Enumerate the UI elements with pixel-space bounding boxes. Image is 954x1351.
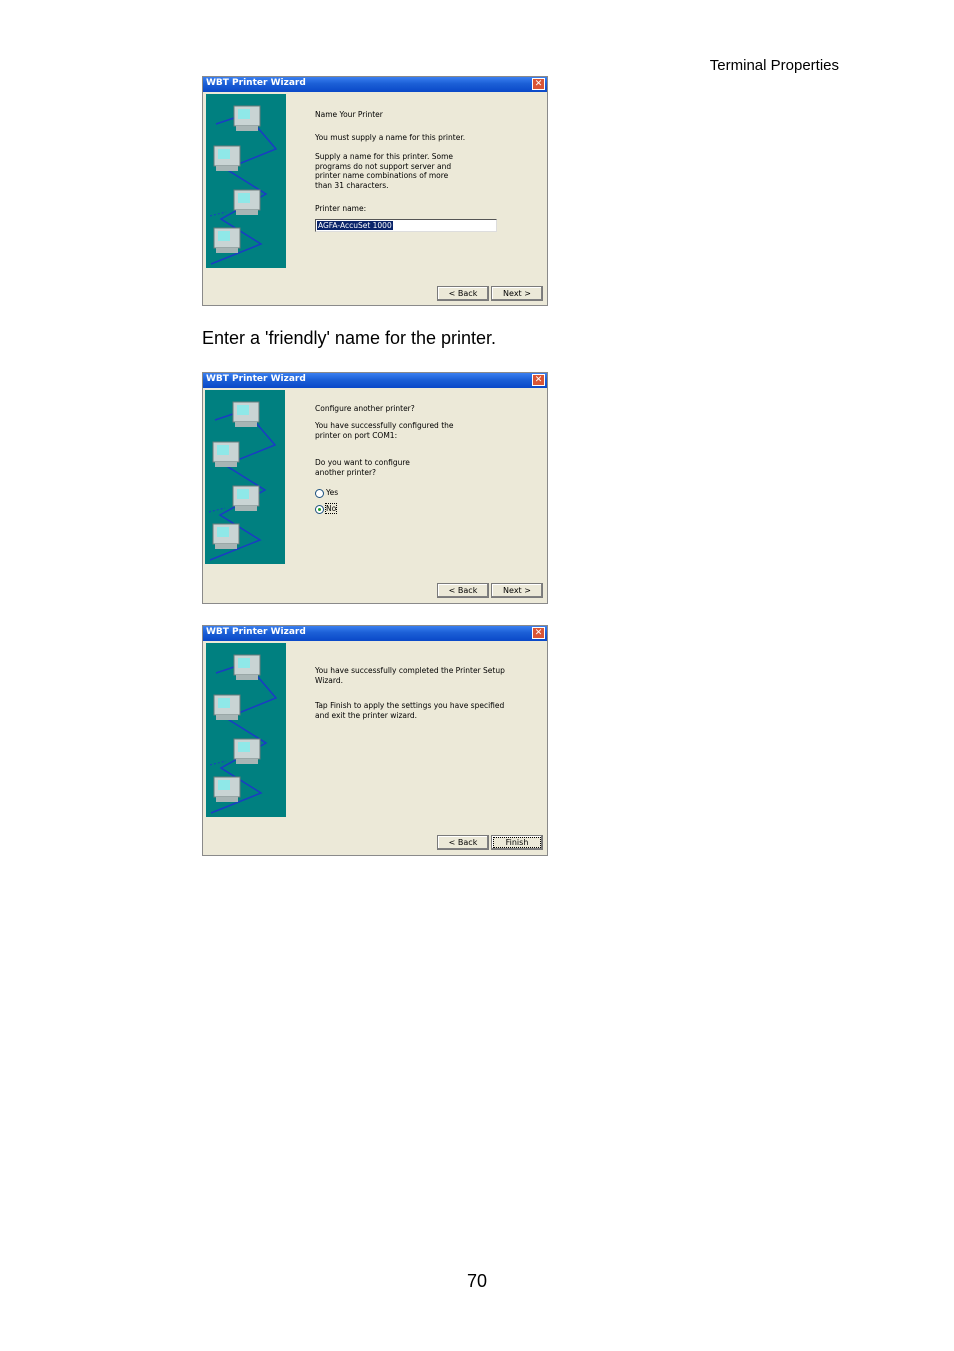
description-text: Supply a name for this printer. Some pro… (315, 152, 454, 190)
radio-no[interactable]: No (315, 503, 338, 514)
wizard-heading: Name Your Printer (315, 110, 383, 119)
wizard-printer-network-illustration (205, 390, 285, 564)
printer-name-value: AGFA-AccuSet 1000 (317, 221, 393, 230)
printer-wizard-finish-dialog: WBT Printer Wizard ✕ You have successful… (202, 625, 548, 856)
next-button[interactable]: Next > (491, 583, 543, 598)
back-button[interactable]: < Back (437, 583, 489, 598)
close-button[interactable]: ✕ (532, 374, 545, 386)
radio-button-selected-icon (315, 504, 324, 514)
instruction-text: You must supply a name for this printer. (315, 133, 466, 142)
window-title: WBT Printer Wizard (206, 78, 306, 88)
close-button[interactable]: ✕ (532, 627, 545, 639)
wizard-printer-network-illustration (206, 643, 286, 817)
wizard-heading: Configure another printer? (315, 404, 415, 413)
radio-button-icon (315, 488, 324, 498)
caption-text: Enter a 'friendly' name for the printer. (202, 328, 497, 348)
question-text: Do you want to configure another printer… (315, 458, 410, 477)
window-title: WBT Printer Wizard (206, 374, 306, 384)
title-bar: WBT Printer Wizard ✕ (203, 77, 547, 92)
computer-icon (233, 105, 261, 131)
title-bar: WBT Printer Wizard ✕ (203, 373, 547, 388)
title-bar: WBT Printer Wizard ✕ (203, 626, 547, 641)
wizard-printer-network-illustration (206, 94, 286, 268)
printer-wizard-name-dialog: WBT Printer Wizard ✕ Name Your Printer Y… (202, 76, 548, 306)
finish-instruction-text: Tap Finish to apply the settings you hav… (315, 701, 505, 720)
printer-wizard-configure-dialog: WBT Printer Wizard ✕ Configure another p… (202, 372, 548, 604)
printer-name-input[interactable]: AGFA-AccuSet 1000 (315, 219, 497, 232)
finish-button[interactable]: Finish (491, 835, 543, 850)
close-button[interactable]: ✕ (532, 78, 545, 90)
printer-name-label: Printer name: (315, 204, 367, 213)
back-button[interactable]: < Back (437, 286, 489, 301)
completion-text: You have successfully completed the Prin… (315, 666, 505, 685)
section-header: Terminal Properties (709, 57, 839, 74)
back-button[interactable]: < Back (437, 835, 489, 850)
next-button[interactable]: Next > (491, 286, 543, 301)
window-title: WBT Printer Wizard (206, 627, 306, 637)
radio-yes[interactable]: Yes (315, 488, 338, 498)
page-number: 70 (466, 1271, 488, 1291)
status-text: You have successfully configured the pri… (315, 421, 454, 440)
